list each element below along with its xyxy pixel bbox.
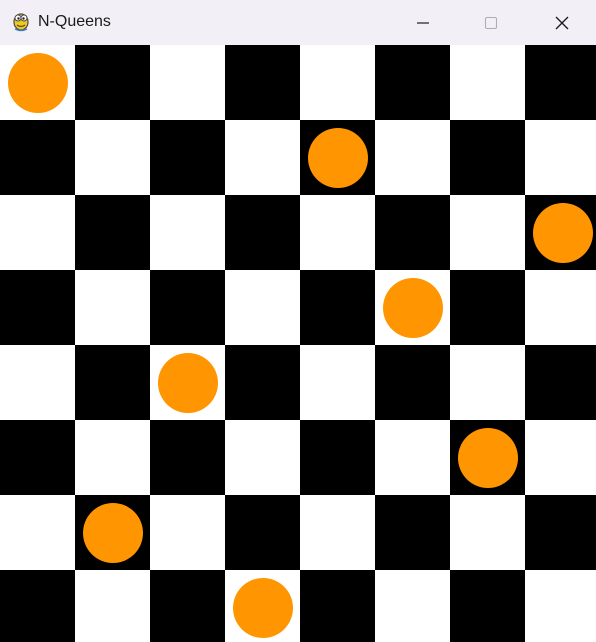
maximize-icon (483, 15, 499, 31)
queen-piece[interactable] (157, 352, 218, 413)
minimize-button[interactable] (400, 0, 446, 45)
board-square[interactable] (450, 195, 525, 270)
board-square[interactable] (525, 45, 596, 120)
board-square[interactable] (0, 195, 75, 270)
board-square[interactable] (375, 495, 450, 570)
board-square[interactable] (0, 345, 75, 420)
board-square[interactable] (525, 570, 596, 642)
board-square[interactable] (450, 270, 525, 345)
board-square[interactable] (300, 345, 375, 420)
pygame-snake-icon (10, 10, 32, 32)
board-square[interactable] (375, 570, 450, 642)
board-square[interactable] (300, 495, 375, 570)
board-square[interactable] (75, 420, 150, 495)
board-square[interactable] (525, 420, 596, 495)
board-square[interactable] (75, 270, 150, 345)
board-square[interactable] (150, 195, 225, 270)
board-square[interactable] (450, 45, 525, 120)
board-square[interactable] (525, 120, 596, 195)
board-square[interactable] (0, 270, 75, 345)
title-bar[interactable]: N-Queens (0, 0, 596, 45)
board-square[interactable] (375, 120, 450, 195)
board-square[interactable] (150, 570, 225, 642)
board-square[interactable] (75, 120, 150, 195)
board-square[interactable] (225, 195, 300, 270)
board-square[interactable] (450, 495, 525, 570)
board-square[interactable] (300, 195, 375, 270)
board-square[interactable] (225, 495, 300, 570)
board-square[interactable] (225, 270, 300, 345)
board-square[interactable] (150, 270, 225, 345)
queen-piece[interactable] (82, 502, 143, 563)
board-square[interactable] (450, 570, 525, 642)
board-square[interactable] (450, 345, 525, 420)
maximize-button[interactable] (468, 0, 514, 45)
board-square[interactable] (0, 420, 75, 495)
board-square[interactable] (375, 45, 450, 120)
board-square[interactable] (375, 420, 450, 495)
chess-board[interactable] (0, 45, 596, 642)
window-title: N-Queens (38, 13, 111, 30)
board-square[interactable] (375, 195, 450, 270)
board-square[interactable] (525, 270, 596, 345)
queen-piece[interactable] (7, 52, 68, 113)
board-square[interactable] (75, 195, 150, 270)
board-square[interactable] (75, 570, 150, 642)
queen-piece[interactable] (532, 202, 593, 263)
close-icon (554, 15, 570, 31)
board-square[interactable] (300, 570, 375, 642)
board-square[interactable] (75, 345, 150, 420)
board-square[interactable] (300, 45, 375, 120)
board-square[interactable] (375, 345, 450, 420)
board-square[interactable] (75, 45, 150, 120)
queen-piece[interactable] (457, 427, 518, 488)
board-square[interactable] (150, 420, 225, 495)
queen-piece[interactable] (232, 577, 293, 638)
board-square[interactable] (225, 45, 300, 120)
board-square[interactable] (0, 570, 75, 642)
queen-piece[interactable] (307, 127, 368, 188)
board-square[interactable] (150, 495, 225, 570)
close-button[interactable] (539, 0, 585, 45)
board-square[interactable] (300, 420, 375, 495)
minimize-icon (415, 15, 431, 31)
board-square[interactable] (225, 345, 300, 420)
board-square[interactable] (450, 120, 525, 195)
app-window: N-Queens (0, 0, 596, 642)
board-square[interactable] (225, 420, 300, 495)
board-square[interactable] (225, 120, 300, 195)
board-square[interactable] (300, 270, 375, 345)
board-square[interactable] (150, 45, 225, 120)
board-square[interactable] (525, 495, 596, 570)
board-square[interactable] (150, 120, 225, 195)
queen-piece[interactable] (382, 277, 443, 338)
board-square[interactable] (0, 120, 75, 195)
board-square[interactable] (525, 345, 596, 420)
board-square[interactable] (0, 495, 75, 570)
